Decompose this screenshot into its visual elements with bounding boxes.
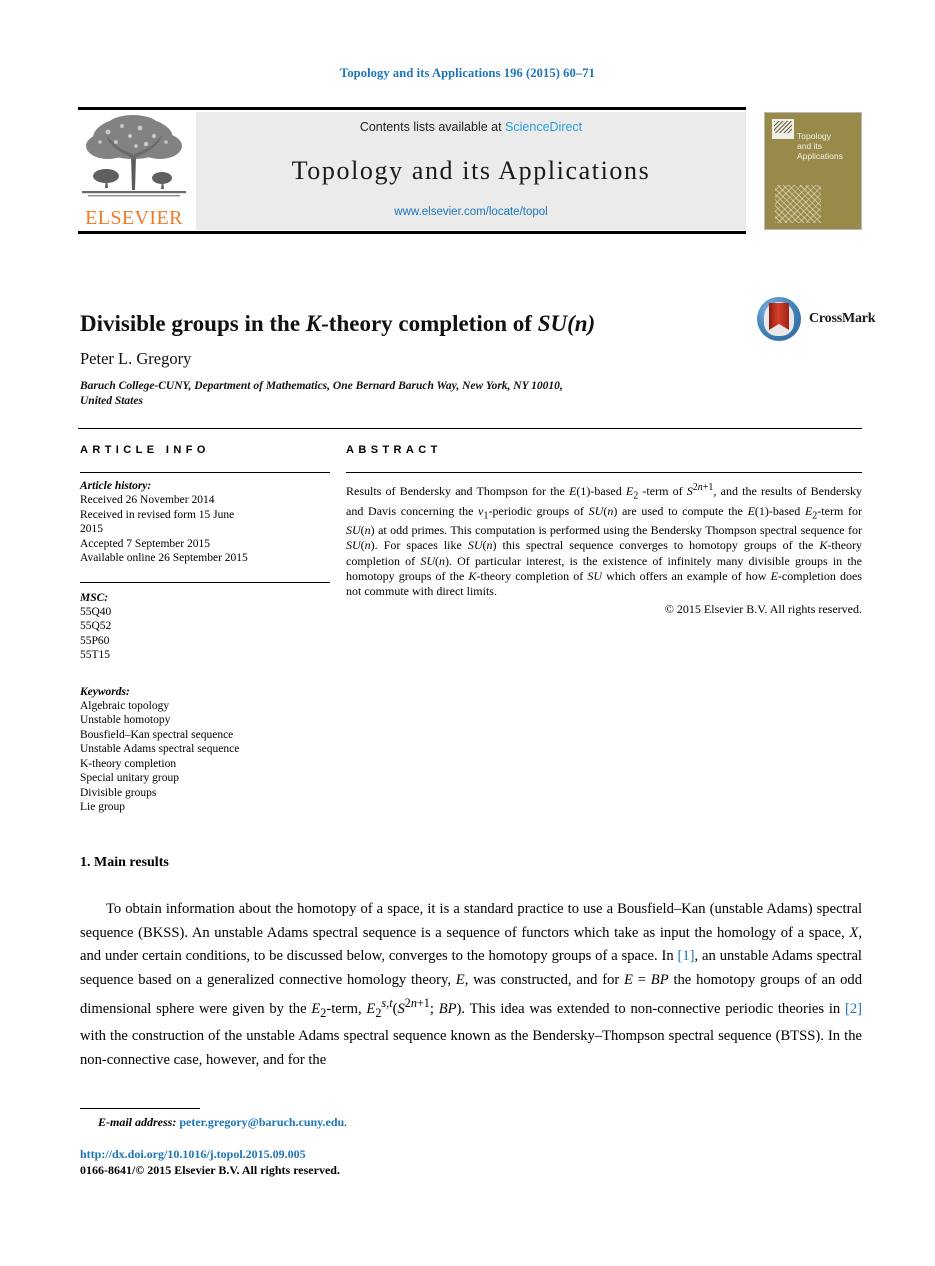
crossmark-badge[interactable]: CrossMark [757,297,876,343]
elsevier-logo: ELSEVIER [78,112,190,230]
msc-group: MSC: 55Q40 55Q52 55P60 55T15 [80,592,330,663]
masthead-bottom-rule [78,231,746,234]
msc-item: 55Q40 [80,605,112,618]
keyword-item: Divisible groups [80,786,157,799]
footnote-rule [80,1108,200,1110]
msc-item: 55Q52 [80,620,112,632]
affiliation-line-1: Baruch College-CUNY, Department of Mathe… [80,380,563,392]
cover-title-line-1: Topology [797,131,832,141]
crossmark-label: CrossMark [809,311,876,326]
body-paragraph: To obtain information about the homotopy… [80,901,863,1068]
elsevier-tree-icon [82,115,186,197]
cover-title-line-2: and its [797,141,823,151]
keyword-item: K-theory completion [80,757,177,770]
keyword-item: Unstable homotopy [80,714,171,726]
cover-elsevier-mark-icon [772,119,794,139]
title-part-3: (n) [567,311,596,337]
history-item: Received in revised form 15 June [80,508,235,521]
journal-cover-thumbnail: Topology and its Applications [764,112,862,230]
article-info-rule [80,472,330,473]
history-item: Received 26 November 2014 [80,494,215,506]
abstract-rule [346,472,862,473]
title-math-su: SU [537,311,568,337]
msc-item: 55P60 [80,634,110,647]
info-abstract-top-rule [78,428,862,429]
history-item: 2015 [80,523,103,535]
article-info-heading: ARTICLE INFO [80,444,210,456]
email-period: . [344,1115,348,1129]
abstract-column: ABSTRACT Results of Bendersky and Thomps… [346,444,862,617]
paper-page: Topology and its Applications 196 (2015)… [0,0,935,1266]
section-heading-main-results: 1. Main results [80,855,169,870]
article-history-group: Article history: Received 26 November 20… [80,480,330,566]
page-title: Divisible groups in the K-theory complet… [80,309,740,339]
journal-url-link[interactable]: www.elsevier.com/locate/topol [196,206,746,218]
issn-copyright-line: 0166-8641/© 2015 Elsevier B.V. All right… [80,1163,340,1177]
cover-artwork [775,185,821,223]
masthead-banner: Contents lists available at ScienceDirec… [196,112,746,230]
article-info-column: ARTICLE INFO Article history: Received 2… [80,444,330,815]
cover-title: Topology and its Applications [797,131,859,161]
msc-rule [80,581,330,583]
keyword-item: Unstable Adams spectral sequence [80,743,240,755]
title-math-k: K [305,311,322,337]
email-footnote: E-mail address: peter.gregory@baruch.cun… [98,1115,347,1130]
article-history-label: Article history: [80,480,152,492]
keywords-group: Keywords: Algebraic topology Unstable ho… [80,686,330,815]
masthead-top-rule [78,107,746,110]
abstract-text: Results of Bendersky and Thompson for th… [346,482,863,598]
cover-title-line-3: Applications [797,151,843,161]
citation-link-1[interactable]: [1] [678,948,695,964]
running-head: Topology and its Applications 196 (2015)… [340,66,595,80]
title-part-1: Divisible groups in the [80,311,306,337]
elsevier-wordmark: ELSEVIER [85,207,183,229]
history-item: Accepted 7 September 2015 [80,537,210,550]
email-label: E-mail address: [98,1115,177,1129]
crossmark-icon [757,297,801,341]
doi-link[interactable]: http://dx.doi.org/10.1016/j.topol.2015.0… [80,1147,306,1162]
keywords-label: Keywords: [80,685,130,698]
abstract-heading: ABSTRACT [346,444,442,456]
author-name: Peter L. Gregory [80,349,192,368]
title-part-2: -theory completion of [321,311,538,337]
sciencedirect-link[interactable]: ScienceDirect [505,120,582,134]
msc-label: MSC: [80,591,109,604]
affiliation-line-2: United States [80,394,143,407]
msc-item: 55T15 [80,649,111,661]
journal-title: Topology and its Applications [291,156,651,185]
abstract-copyright: © 2015 Elsevier B.V. All rights reserved… [664,602,862,617]
history-item: Available online 26 September 2015 [80,552,248,564]
email-link[interactable]: peter.gregory@baruch.cuny.edu [179,1115,344,1129]
keyword-item: Algebraic topology [80,699,170,712]
citation-link-2[interactable]: [2] [845,1001,862,1017]
contents-prefix: Contents lists available at [359,120,506,134]
contents-available-line: Contents lists available at ScienceDirec… [196,120,746,134]
keyword-item: Bousfield–Kan spectral sequence [80,728,234,741]
keyword-item: Lie group [80,801,126,813]
affiliation: Baruch College-CUNY, Department of Mathe… [80,379,740,408]
keyword-item: Special unitary group [80,772,180,784]
